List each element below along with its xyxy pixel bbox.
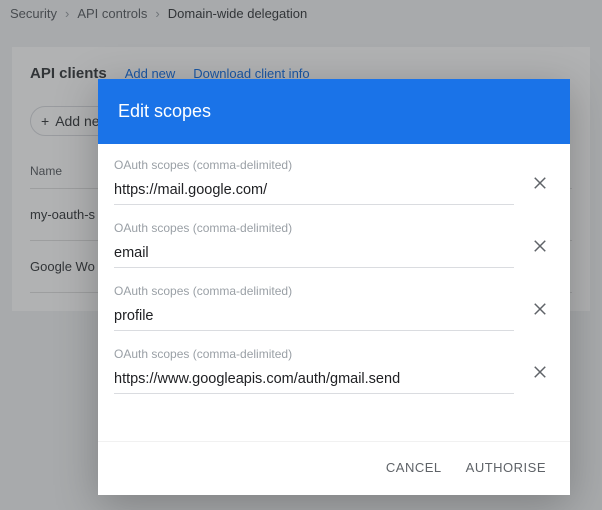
- remove-scope-button[interactable]: [526, 232, 554, 260]
- remove-scope-button[interactable]: [526, 295, 554, 323]
- scope-row: OAuth scopes (comma-delimited): [114, 207, 554, 270]
- close-icon: [531, 174, 549, 192]
- close-icon: [531, 237, 549, 255]
- scope-row: OAuth scopes (comma-delimited): [114, 333, 554, 396]
- cancel-button[interactable]: CANCEL: [386, 460, 442, 475]
- scope-input[interactable]: [114, 241, 514, 268]
- scope-input[interactable]: [114, 367, 514, 394]
- dialog-footer: CANCEL AUTHORISE: [98, 441, 570, 495]
- scope-row: OAuth scopes (comma-delimited): [114, 270, 554, 333]
- scope-field-label: OAuth scopes (comma-delimited): [114, 221, 514, 235]
- scope-row: OAuth scopes (comma-delimited): [114, 144, 554, 207]
- dialog-body[interactable]: OAuth scopes (comma-delimited) OAuth sco…: [98, 144, 570, 441]
- dialog-title: Edit scopes: [98, 79, 570, 144]
- edit-scopes-dialog: Edit scopes OAuth scopes (comma-delimite…: [98, 79, 570, 495]
- remove-scope-button[interactable]: [526, 358, 554, 386]
- close-icon: [531, 363, 549, 381]
- scope-input[interactable]: [114, 178, 514, 205]
- close-icon: [531, 300, 549, 318]
- scope-field-label: OAuth scopes (comma-delimited): [114, 284, 514, 298]
- scope-field-label: OAuth scopes (comma-delimited): [114, 158, 514, 172]
- scope-field-label: OAuth scopes (comma-delimited): [114, 347, 514, 361]
- scope-input[interactable]: [114, 304, 514, 331]
- authorise-button[interactable]: AUTHORISE: [466, 460, 546, 475]
- remove-scope-button[interactable]: [526, 169, 554, 197]
